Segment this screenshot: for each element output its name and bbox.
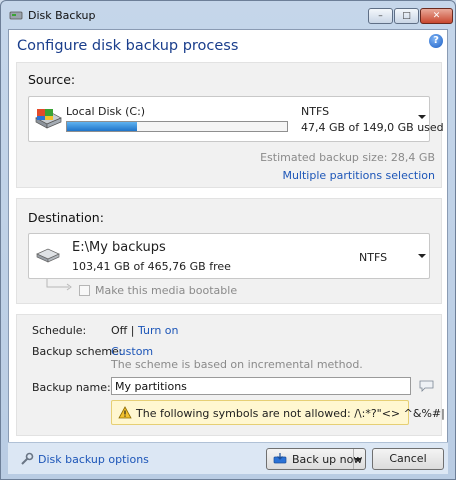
- destination-selector[interactable]: E:\My backups 103,41 GB of 465,76 GB fre…: [28, 233, 430, 279]
- bootable-checkbox[interactable]: [79, 285, 90, 296]
- destination-filesystem: NTFS: [359, 251, 388, 264]
- source-label: Source:: [28, 72, 76, 87]
- destination-label: Destination:: [28, 210, 104, 225]
- back-up-now-label: Back up now: [292, 453, 363, 466]
- source-section: Source: Local Disk (C:) NTFS 47,4 GB of …: [16, 62, 444, 188]
- schedule-separator: |: [130, 324, 135, 337]
- scheme-description: The scheme is based on incremental metho…: [111, 358, 363, 371]
- title-bar[interactable]: Disk Backup – □ ✕: [1, 1, 455, 29]
- warning-text: The following symbols are not allowed: /…: [136, 407, 445, 420]
- chevron-down-icon[interactable]: [418, 115, 426, 119]
- turn-on-link[interactable]: Turn on: [138, 324, 179, 337]
- destination-path: E:\My backups: [72, 240, 166, 255]
- estimated-size: Estimated backup size: 28,4 GB: [260, 151, 435, 164]
- chevron-down-icon[interactable]: [418, 254, 426, 258]
- question-icon[interactable]: ?: [429, 34, 443, 48]
- wrench-icon: [21, 452, 34, 465]
- scheme-label: Backup scheme:: [32, 345, 123, 358]
- source-usage-text: 47,4 GB of 149,0 GB used: [301, 121, 444, 134]
- disk-icon: [9, 11, 23, 20]
- dialog-content: Configure disk backup process ? Source: …: [8, 29, 448, 474]
- warning-icon: [118, 406, 132, 419]
- multiple-partitions-link[interactable]: Multiple partitions selection: [282, 169, 435, 182]
- comment-icon[interactable]: [419, 379, 434, 393]
- window-title: Disk Backup: [28, 9, 96, 22]
- schedule-label: Schedule:: [32, 324, 87, 337]
- schedule-off-text: Off: [111, 324, 128, 337]
- backup-name-label: Backup name:: [32, 381, 111, 394]
- minimize-button[interactable]: –: [368, 8, 393, 24]
- disk-usage-bar: [66, 121, 288, 132]
- warning-tooltip: The following symbols are not allowed: /…: [111, 400, 445, 425]
- page-title: Configure disk backup process: [17, 38, 239, 54]
- source-disk-name: Local Disk (C:): [66, 105, 146, 118]
- bootable-label: Make this media bootable: [95, 284, 238, 297]
- backup-name-input[interactable]: [111, 377, 411, 395]
- connector-arrow-icon: [46, 279, 72, 291]
- close-button[interactable]: ✕: [420, 8, 453, 24]
- scheme-custom-link[interactable]: Custom: [111, 345, 153, 358]
- disk-usage-fill: [67, 122, 137, 131]
- backup-drive-icon: [273, 453, 287, 464]
- schedule-value: Off | Turn on: [111, 324, 179, 337]
- warning-prefix: The following symbols are not allowed:: [136, 407, 351, 420]
- chevron-down-icon[interactable]: [354, 458, 362, 462]
- back-up-now-button[interactable]: Back up now: [266, 448, 366, 470]
- cancel-button[interactable]: Cancel: [372, 448, 444, 470]
- source-filesystem: NTFS: [301, 105, 330, 118]
- footer-bar: Disk backup options Back up now Cancel: [8, 442, 448, 474]
- disk-backup-options-link[interactable]: Disk backup options: [38, 453, 149, 466]
- drive-icon: [36, 248, 60, 263]
- destination-section: Destination: E:\My backups 103,41 GB of …: [16, 198, 442, 304]
- disk-backup-window: Disk Backup – □ ✕ Configure disk backup …: [0, 0, 456, 480]
- hard-disk-icon: [35, 109, 62, 129]
- maximize-button[interactable]: □: [394, 8, 419, 24]
- destination-free-text: 103,41 GB of 465,76 GB free: [72, 260, 231, 273]
- settings-section: Schedule: Off | Turn on Backup scheme: C…: [16, 314, 445, 436]
- warning-symbols: /\:*?"<> ^&%#|: [354, 407, 445, 420]
- source-disk-selector[interactable]: Local Disk (C:) NTFS 47,4 GB of 149,0 GB…: [28, 96, 444, 142]
